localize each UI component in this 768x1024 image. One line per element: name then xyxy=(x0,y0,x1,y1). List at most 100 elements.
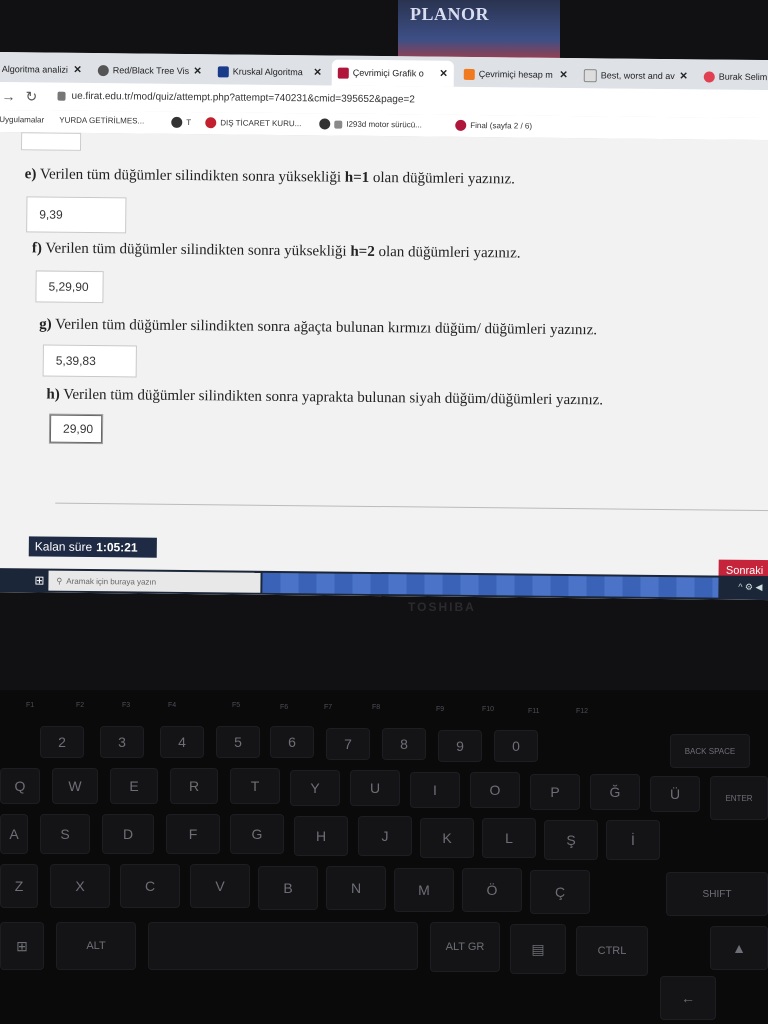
windows-start-icon[interactable]: ⊞ xyxy=(34,573,44,587)
tab-label: Best, worst and av xyxy=(600,70,675,82)
key-y[interactable]: Y xyxy=(290,770,340,806)
key-i[interactable]: I xyxy=(410,772,460,808)
key-m[interactable]: M xyxy=(394,868,454,912)
arrow-up-icon: ▲ xyxy=(732,940,746,956)
shift-key[interactable]: SHIFT xyxy=(666,872,768,916)
url-field[interactable]: ue.firat.edu.tr/mod/quiz/attempt.php?att… xyxy=(71,91,414,106)
ctrl-key[interactable]: CTRL xyxy=(576,926,648,976)
close-icon[interactable]: ✕ xyxy=(73,64,82,75)
f8-key[interactable]: F8 xyxy=(372,704,380,711)
key-o[interactable]: O xyxy=(470,772,520,808)
reload-icon[interactable]: ↻ xyxy=(25,88,37,105)
tab-3[interactable]: Çevrimiçi Grafik o ✕ xyxy=(331,59,454,87)
space-key[interactable] xyxy=(148,922,418,970)
f6-key[interactable]: F6 xyxy=(280,704,288,711)
key-w[interactable]: W xyxy=(52,768,98,804)
key-7[interactable]: 7 xyxy=(326,728,370,760)
answer-g-field[interactable]: 5,39,83 xyxy=(42,344,137,378)
key-s[interactable]: S xyxy=(40,814,90,854)
key-2[interactable]: 2 xyxy=(40,726,84,758)
key-k[interactable]: K xyxy=(420,818,474,858)
key-e[interactable]: E xyxy=(110,768,158,804)
f2-key[interactable]: F2 xyxy=(76,702,84,709)
tab-4[interactable]: Çevrimiçi hesap m ✕ xyxy=(457,60,574,89)
tab-0[interactable]: Algoritma analizi ✕ xyxy=(0,55,88,83)
f9-key[interactable]: F9 xyxy=(436,706,444,713)
arrow-up-key[interactable]: ▲ xyxy=(710,926,768,970)
arrow-left-key[interactable]: ← xyxy=(660,976,716,1020)
key-j[interactable]: J xyxy=(358,816,412,856)
answer-f-field[interactable]: 5,29,90 xyxy=(35,270,104,304)
key-9[interactable]: 9 xyxy=(438,730,482,762)
key-g-breve[interactable]: Ğ xyxy=(590,774,640,810)
bookmark-apps[interactable]: Uygulamalar xyxy=(0,115,44,124)
key-d[interactable]: D xyxy=(102,814,154,854)
close-icon[interactable]: ✕ xyxy=(313,67,322,78)
answer-e-field[interactable]: 9,39 xyxy=(26,196,127,234)
close-icon[interactable]: ✕ xyxy=(679,71,688,82)
key-b[interactable]: B xyxy=(258,866,318,910)
key-4[interactable]: 4 xyxy=(160,726,204,758)
key-s-cedilla[interactable]: Ş xyxy=(544,820,598,860)
bookmark-1[interactable]: YURDA GETİRİLMES... xyxy=(59,116,144,126)
bookmark-3[interactable]: DIŞ TİCARET KURU... xyxy=(205,117,301,129)
key-f[interactable]: F xyxy=(166,814,220,854)
key-p[interactable]: P xyxy=(530,774,580,810)
key-5[interactable]: 5 xyxy=(216,726,260,758)
key-a[interactable]: A xyxy=(0,814,28,854)
close-icon[interactable]: ✕ xyxy=(559,69,568,80)
f1-key[interactable]: F1 xyxy=(26,702,34,709)
key-u-umlaut[interactable]: Ü xyxy=(650,776,700,812)
key-r[interactable]: R xyxy=(170,768,218,804)
key-h[interactable]: H xyxy=(294,816,348,856)
tab-5[interactable]: Best, worst and av ✕ xyxy=(577,62,694,90)
alt-gr-key[interactable]: ALT GR xyxy=(430,922,500,972)
key-n[interactable]: N xyxy=(326,866,386,910)
close-icon[interactable]: ✕ xyxy=(193,66,202,77)
f5-key[interactable]: F5 xyxy=(232,702,240,709)
f3-key[interactable]: F3 xyxy=(122,702,130,709)
site-icon xyxy=(703,70,715,83)
f7-key[interactable]: F7 xyxy=(324,704,332,711)
tab-label: Red/Black Tree Vis xyxy=(112,65,190,77)
taskbar-app-icons[interactable] xyxy=(262,572,719,598)
forward-icon[interactable]: → xyxy=(1,88,15,104)
enter-key[interactable]: ENTER xyxy=(710,776,768,820)
key-c[interactable]: C xyxy=(120,864,180,908)
tab-2[interactable]: Kruskal Algoritma ✕ xyxy=(211,58,328,86)
previous-answer-field[interactable] xyxy=(20,132,82,151)
tab-1[interactable]: Red/Black Tree Vis ✕ xyxy=(91,57,208,85)
bookmark-2[interactable]: T xyxy=(171,116,191,128)
tab-6[interactable]: Burak Selim xyxy=(697,63,768,91)
windows-key[interactable]: ⊞ xyxy=(0,922,44,970)
taskbar-search-box[interactable]: ⚲ Aramak için buraya yazın xyxy=(48,570,261,593)
key-q[interactable]: Q xyxy=(0,768,40,804)
menu-key[interactable]: ▤ xyxy=(510,924,566,974)
laptop-keyboard: F1 F2 F3 F4 F5 F6 F7 F8 F9 F10 F11 F12 2… xyxy=(0,690,768,1024)
key-8[interactable]: 8 xyxy=(382,728,426,760)
backspace-key[interactable]: BACK SPACE xyxy=(670,734,750,768)
key-o-umlaut[interactable]: Ö xyxy=(462,868,522,912)
key-i-dotted[interactable]: İ xyxy=(606,820,660,860)
key-0[interactable]: 0 xyxy=(494,730,538,762)
key-c-cedilla[interactable]: Ç xyxy=(530,870,590,914)
key-3[interactable]: 3 xyxy=(100,726,144,758)
key-x[interactable]: X xyxy=(50,864,110,908)
f10-key[interactable]: F10 xyxy=(482,706,494,713)
key-z[interactable]: Z xyxy=(0,864,38,908)
bookmark-5[interactable]: Final (sayfa 2 / 6) xyxy=(455,119,532,132)
key-g[interactable]: G xyxy=(230,814,284,854)
system-tray-icons[interactable]: ^ ⚙ ◀ xyxy=(738,582,762,593)
close-icon[interactable]: ✕ xyxy=(439,68,448,79)
bookmark-4[interactable]: I293d motor sürücü... xyxy=(319,118,422,130)
answer-h-field[interactable]: 29,90 xyxy=(49,414,103,444)
f12-key[interactable]: F12 xyxy=(576,708,588,715)
key-6[interactable]: 6 xyxy=(270,726,314,758)
f4-key[interactable]: F4 xyxy=(168,702,176,709)
f11-key[interactable]: F11 xyxy=(528,708,540,715)
key-u[interactable]: U xyxy=(350,770,400,806)
key-t[interactable]: T xyxy=(230,768,280,804)
alt-key[interactable]: ALT xyxy=(56,922,136,970)
key-v[interactable]: V xyxy=(190,864,250,908)
key-l[interactable]: L xyxy=(482,818,536,858)
